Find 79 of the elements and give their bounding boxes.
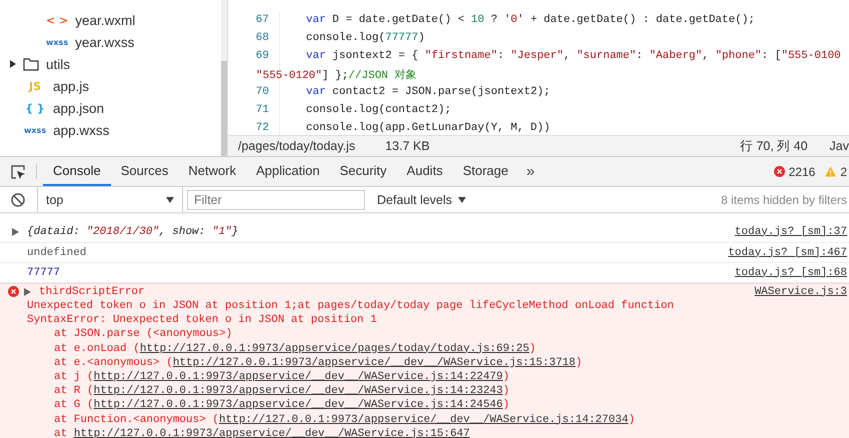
folder-icon <box>23 58 39 70</box>
line-number: 70 <box>256 86 269 98</box>
more-tabs-button[interactable]: » <box>518 157 543 186</box>
scrollbar-thumb[interactable] <box>221 61 227 156</box>
inspect-icon[interactable] <box>10 164 26 180</box>
context-select[interactable]: top <box>37 187 183 212</box>
devtools-tab[interactable]: Console <box>43 157 111 186</box>
error-count[interactable]: 2216 <box>788 164 816 178</box>
devtools-tab[interactable]: Security <box>330 157 397 186</box>
error-title: thirdScriptError <box>39 286 146 298</box>
code-line: console.log(app.GetLunarDay(Y, M, D)) <box>305 122 550 134</box>
stack-link[interactable]: http://127.0.0.1:9973/appservice/__dev__/WAService.js:14:23243 <box>94 385 503 398</box>
stack-link[interactable]: http://127.0.0.1:9973/appservice/__dev__/WAService.js:14:22479 <box>94 370 503 383</box>
warning-count[interactable]: 2 <box>840 164 847 178</box>
code-line: "555-0120"] };//JSON 对象 <box>256 68 417 82</box>
file-name[interactable]: app.json <box>53 100 104 116</box>
log-message: undefined <box>27 246 88 258</box>
warning-icon <box>825 166 836 177</box>
devtools-tab[interactable]: Audits <box>396 157 453 186</box>
stack-link[interactable]: http://127.0.0.1:9973/appservice/__dev__/WAService.js:14:27034 <box>219 414 628 426</box>
source-link[interactable]: WAService.js:3 <box>754 286 847 298</box>
error-icon <box>774 166 785 177</box>
file-path: /pages/today/today.js <box>238 139 356 153</box>
expand-arrow-icon[interactable] <box>12 228 19 236</box>
file-name[interactable]: app.wxss <box>53 122 110 138</box>
file-name[interactable]: year.wxss <box>75 34 134 50</box>
code-line: var jsontext2 = { "firstname": "Jesper", "surname": "Aaberg", "phone": ["555-0100 <box>305 50 841 62</box>
cursor-position: 行 70, 列 40 <box>740 138 808 154</box>
file-type-icon: wxss <box>46 38 68 46</box>
file-name[interactable]: app.js <box>53 78 90 94</box>
error-message: Unexpected token o in JSON at position 1;at pages/today/today page lifeCycleMethod onLoad function <box>26 299 675 314</box>
file-type-icon: { } <box>24 102 46 114</box>
line-number: 71 <box>256 104 269 116</box>
stack-line: at j (http://127.0.0.1:9973/appservice/__dev__/WAService.js:14:22479) <box>53 370 510 384</box>
line-number: 69 <box>256 50 269 62</box>
stack-line: at G (http://127.0.0.1:9973/appservice/__dev__/WAService.js:14:24546) <box>53 398 510 412</box>
line-number: 68 <box>256 32 269 44</box>
file-type-icon: JS <box>24 80 46 92</box>
line-number: 67 <box>256 14 269 26</box>
dropdown-arrow-icon <box>458 196 466 202</box>
stack-line: at R (http://127.0.0.1:9973/appservice/__dev__/WAService.js:14:23243) <box>53 384 510 398</box>
devtools-tab[interactable]: Network <box>178 157 246 186</box>
filter-field[interactable]: Filter <box>187 190 365 210</box>
log-message: 77777 <box>27 266 62 278</box>
stack-line: at e.onLoad (http://127.0.0.1:9973/appservice/pages/today/today.js:69:25) <box>53 342 537 356</box>
clear-console-icon[interactable] <box>11 192 25 206</box>
code-line: console.log(contact2); <box>305 104 452 116</box>
code-line: console.log(77777) <box>305 32 425 44</box>
source-link[interactable]: today.js? [sm]:68 <box>734 266 847 278</box>
file-type-icon: < > <box>46 14 68 26</box>
log-message: {dataid: "2018/1/30", show: "1"} <box>27 226 240 238</box>
stack-link[interactable]: http://127.0.0.1:9973/appservice/pages/today/today.js:69:25 <box>140 342 530 355</box>
expand-arrow-icon[interactable] <box>24 288 31 296</box>
error-icon <box>8 286 19 297</box>
file-name[interactable]: year.wxml <box>75 12 136 28</box>
file-size: 13.7 KB <box>385 139 430 153</box>
hidden-items-note: 8 items hidden by filters <box>720 192 847 206</box>
error-message: SyntaxError: Unexpected token o in JSON at position 1 <box>26 313 378 328</box>
caret-icon[interactable] <box>10 60 16 68</box>
code-line: var contact2 = JSON.parse(jsontext2); <box>305 86 550 98</box>
file-name[interactable]: utils <box>46 56 70 72</box>
file-type-icon: wxss <box>24 126 46 134</box>
stack-line: at http://127.0.0.1:9973/appservice/__dev__/WAService.js:15:647 <box>53 426 471 438</box>
stack-line: at Function.<anonymous> (http://127.0.0.1:9973/appservice/__dev__/WAService.js:14:27034) <box>53 412 636 427</box>
line-number: 72 <box>256 122 269 134</box>
stack-line: at e.<anonymous> (http://127.0.0.1:9973/appservice/__dev__/WAService.js:15:3718) <box>53 356 584 370</box>
devtools-tab[interactable]: Sources <box>110 157 178 186</box>
code-line: var D = date.getDate() < 10 ? '0' + date.getDate() : date.getDate(); <box>305 14 755 26</box>
stack-link[interactable]: http://127.0.0.1:9973/appservice/__dev__/WAService.js:15:647 <box>74 428 470 438</box>
dropdown-arrow-icon <box>166 196 174 202</box>
devtools-tab[interactable]: Application <box>246 157 330 186</box>
levels-dropdown[interactable]: Default levels <box>377 192 466 206</box>
source-link[interactable]: today.js? [sm]:467 <box>728 246 847 258</box>
devtools-tab[interactable]: Storage <box>452 157 518 186</box>
stack-link[interactable]: http://127.0.0.1:9973/appservice/__dev__/WAService.js:14:24546 <box>94 399 503 412</box>
language-label[interactable]: Jav <box>830 139 849 153</box>
stack-line: at JSON.parse (<anonymous>) <box>53 327 234 342</box>
stack-link[interactable]: http://127.0.0.1:9973/appservice/__dev__/WAService.js:15:3718 <box>172 356 576 369</box>
source-link[interactable]: today.js? [sm]:37 <box>734 226 847 238</box>
